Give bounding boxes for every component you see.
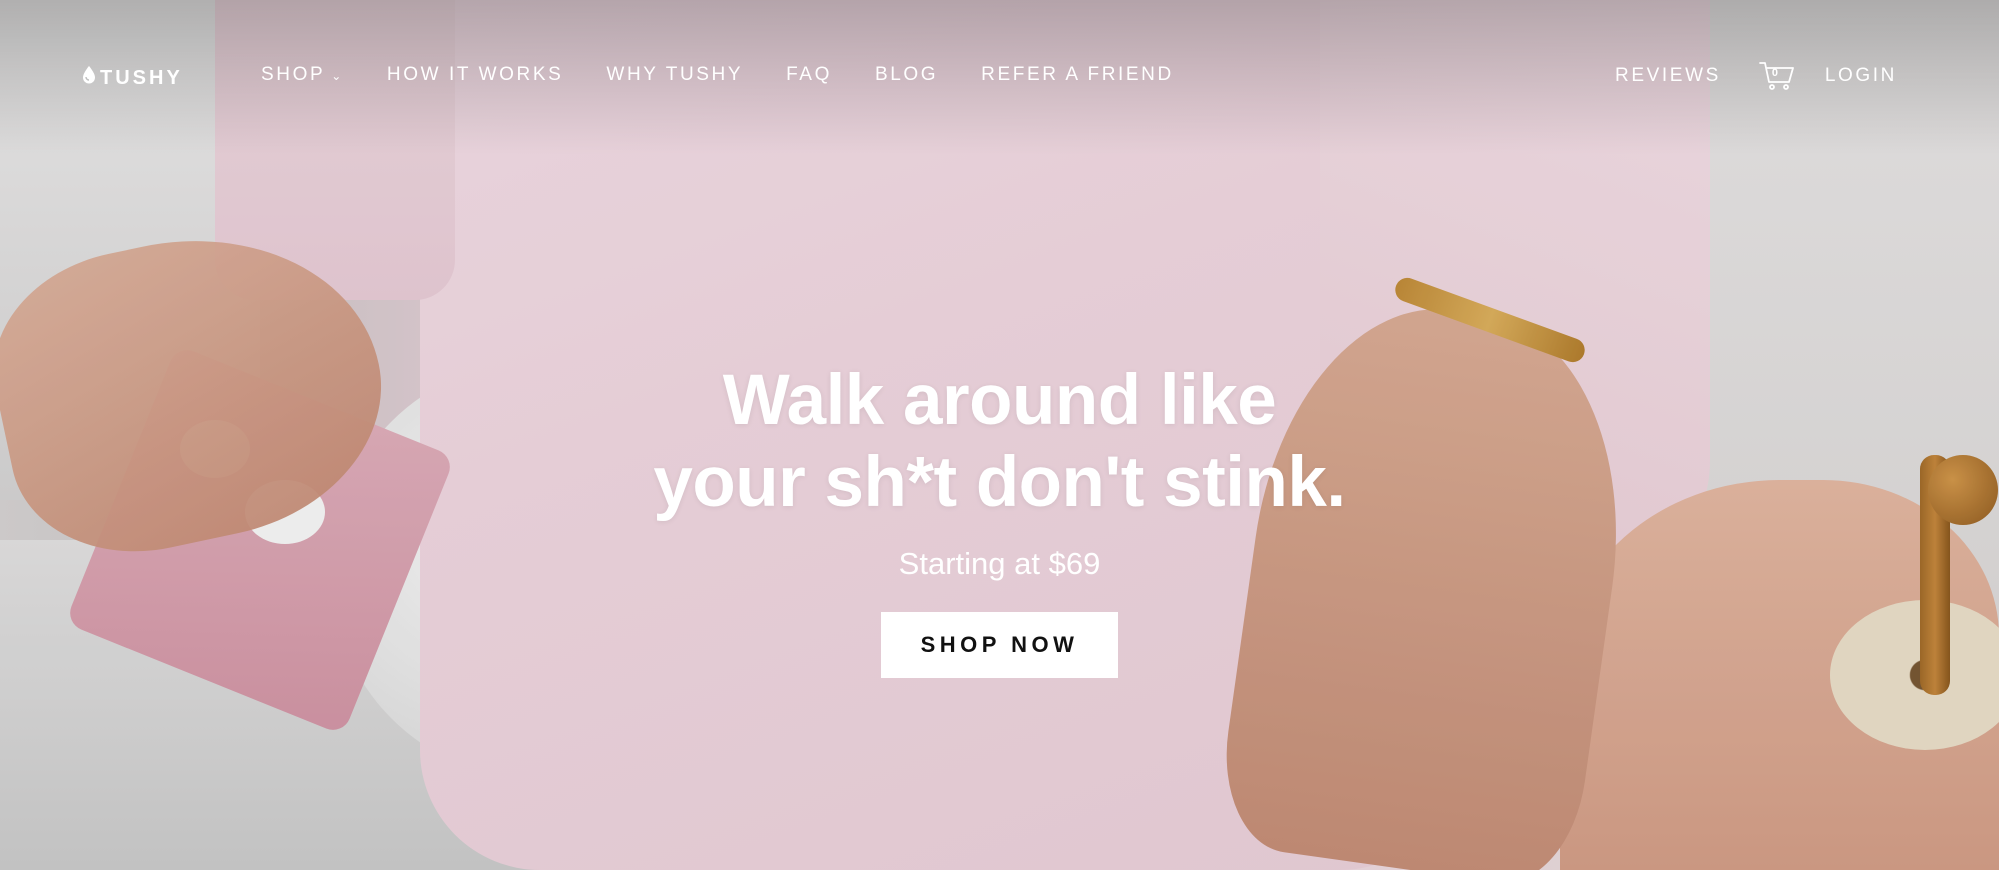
brand-name: TUSHY: [100, 66, 183, 89]
nav-item-faq[interactable]: FAQ: [786, 64, 832, 86]
nav-item-how-it-works[interactable]: HOW IT WORKS: [387, 64, 564, 86]
nav-item-blog[interactable]: BLOG: [875, 64, 938, 86]
cart-button[interactable]: 0: [1758, 61, 1795, 91]
headline-line-2: your sh*t don't stink.: [653, 443, 1346, 522]
main-nav: SHOP ⌄ HOW IT WORKS WHY TUSHY FAQ BLOG R…: [261, 64, 1217, 86]
reviews-link[interactable]: REVIEWS: [1615, 65, 1721, 87]
nav-item-refer-a-friend[interactable]: REFER A FRIEND: [981, 64, 1174, 86]
nav-item-why-tushy[interactable]: WHY TUSHY: [606, 64, 743, 86]
droplet-icon: [82, 66, 96, 90]
site-header: TUSHY SHOP ⌄ HOW IT WORKS WHY TUSHY FAQ …: [0, 0, 1999, 155]
hero-headline: Walk around like your sh*t don't stink.: [0, 360, 1999, 524]
utility-nav: REVIEWS 0 LOGIN: [1615, 61, 1897, 91]
shop-now-button[interactable]: SHOP NOW: [881, 612, 1118, 678]
cart-count-badge: 0: [1771, 67, 1781, 79]
hero-subtext: Starting at $69: [898, 546, 1101, 581]
hero-section: TUSHY SHOP ⌄ HOW IT WORKS WHY TUSHY FAQ …: [0, 0, 1999, 870]
login-link[interactable]: LOGIN: [1825, 65, 1897, 87]
nav-item-shop[interactable]: SHOP ⌄: [261, 64, 344, 86]
brand-logo[interactable]: TUSHY: [82, 66, 183, 90]
chevron-down-icon: ⌄: [331, 69, 344, 83]
headline-line-1: Walk around like: [722, 361, 1277, 440]
hero-content: Walk around like your sh*t don't stink. …: [0, 360, 1999, 678]
nav-item-label: SHOP: [261, 64, 326, 85]
